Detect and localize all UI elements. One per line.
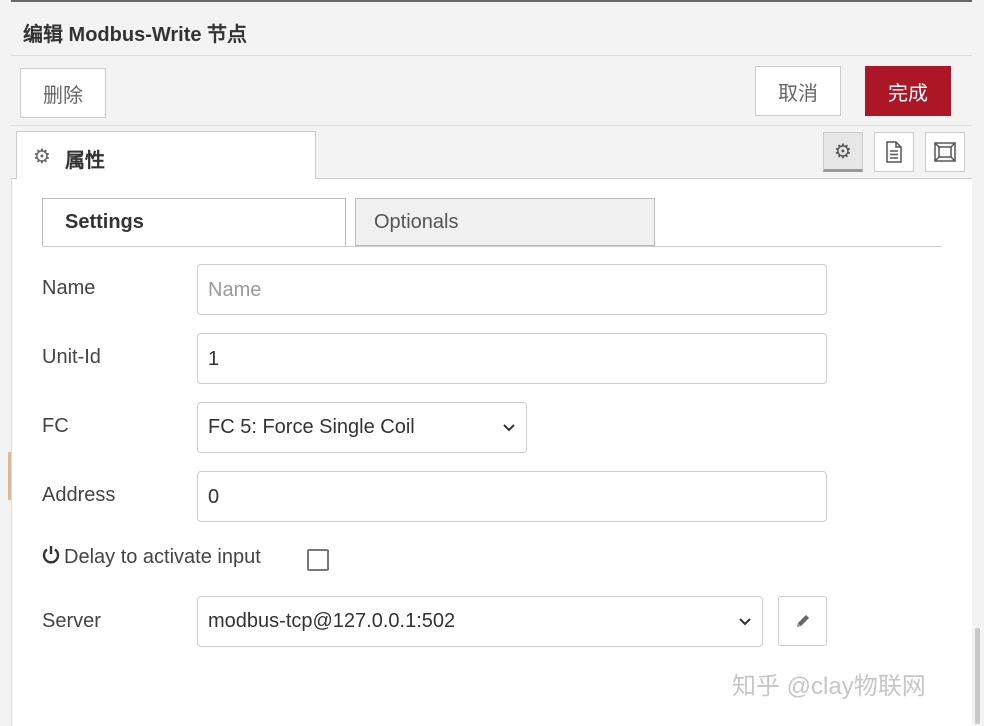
description-tab-button[interactable] bbox=[874, 132, 914, 172]
delay-label-text: Delay to activate input bbox=[64, 546, 261, 568]
panel-tab-row: ⚙ 属性 ⚙ bbox=[11, 126, 972, 179]
dialog-toolbar: 删除 取消 完成 bbox=[11, 56, 972, 126]
delay-checkbox[interactable] bbox=[307, 549, 329, 571]
server-select[interactable]: modbus-tcp@127.0.0.1:502 bbox=[197, 596, 763, 647]
properties-panel: Settings Optionals Name Name Unit-Id 1 F… bbox=[12, 179, 972, 726]
tab-properties[interactable]: ⚙ 属性 bbox=[16, 131, 316, 179]
fc-selected-value: FC 5: Force Single Coil bbox=[208, 416, 415, 438]
scrollbar-thumb[interactable] bbox=[975, 628, 980, 724]
fc-select[interactable]: FC 5: Force Single Coil bbox=[197, 402, 527, 453]
scrollbar-track[interactable] bbox=[971, 0, 984, 726]
power-icon bbox=[42, 546, 60, 564]
edit-server-button[interactable] bbox=[778, 596, 827, 646]
tab-settings[interactable]: Settings bbox=[42, 198, 346, 246]
dialog-titlebar: 编辑 Modbus-Write 节点 bbox=[11, 0, 972, 56]
cancel-button[interactable]: 取消 bbox=[755, 66, 841, 116]
server-selected-value: modbus-tcp@127.0.0.1:502 bbox=[208, 610, 456, 632]
address-label: Address bbox=[42, 484, 116, 506]
edge-marker bbox=[8, 452, 11, 500]
server-label: Server bbox=[42, 610, 101, 632]
unit-id-label: Unit-Id bbox=[42, 346, 101, 368]
delay-label: Delay to activate input bbox=[42, 545, 261, 569]
watermark: 知乎 @clay物联网 bbox=[732, 673, 926, 700]
delete-button[interactable]: 删除 bbox=[20, 68, 106, 118]
tab-optionals[interactable]: Optionals bbox=[355, 198, 655, 246]
name-label: Name bbox=[42, 277, 96, 299]
done-button[interactable]: 完成 bbox=[865, 66, 951, 116]
document-icon bbox=[886, 141, 902, 163]
fc-label: FC bbox=[42, 415, 69, 437]
gear-icon: ⚙ bbox=[33, 146, 51, 168]
chevron-down-icon bbox=[739, 618, 751, 626]
gear-icon: ⚙ bbox=[834, 140, 852, 163]
frame-icon bbox=[934, 142, 956, 162]
unit-id-input[interactable]: 1 bbox=[197, 333, 827, 384]
address-input[interactable]: 0 bbox=[197, 471, 827, 522]
name-input[interactable]: Name bbox=[197, 264, 827, 315]
appearance-tab-button[interactable] bbox=[925, 132, 965, 172]
tab-properties-label: 属性 bbox=[65, 150, 105, 172]
dialog-title: 编辑 Modbus-Write 节点 bbox=[23, 24, 248, 46]
chevron-down-icon bbox=[503, 424, 515, 432]
settings-tab-button[interactable]: ⚙ bbox=[823, 132, 863, 172]
subtab-bar: Settings Optionals bbox=[42, 198, 942, 247]
pencil-icon bbox=[796, 615, 809, 627]
